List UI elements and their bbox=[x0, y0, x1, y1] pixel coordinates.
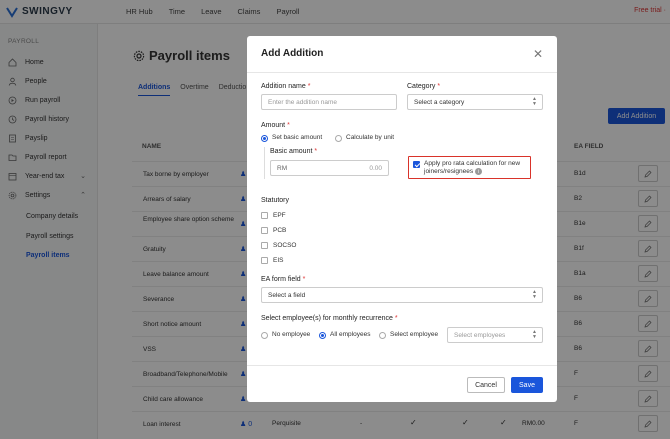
basic-amount-label: Basic amount * bbox=[270, 148, 318, 155]
all-employees-radio[interactable] bbox=[319, 332, 326, 339]
calculate-by-unit-radio[interactable] bbox=[335, 135, 342, 142]
pcb-label: PCB bbox=[273, 227, 287, 234]
select-employees-dropdown[interactable]: Select employees ▲ ▼ bbox=[447, 327, 543, 343]
divider bbox=[247, 365, 557, 366]
epf-checkbox[interactable] bbox=[261, 212, 268, 219]
epf-label: EPF bbox=[273, 212, 286, 219]
ea-form-field-label: EA form field * bbox=[261, 276, 306, 283]
addition-name-placeholder: Enter the addition name bbox=[268, 98, 338, 106]
socso-label: SOCSO bbox=[273, 242, 297, 249]
select-arrows-icon: ▲ ▼ bbox=[532, 329, 537, 340]
ea-form-field-select[interactable]: Select a field ▲ ▼ bbox=[261, 287, 543, 303]
cancel-button[interactable]: Cancel bbox=[467, 377, 505, 393]
basic-amount-value: 0.00 bbox=[369, 165, 382, 172]
select-arrows-icon: ▲ ▼ bbox=[532, 289, 537, 300]
category-select[interactable]: Select a category ▲ ▼ bbox=[407, 94, 543, 110]
set-basic-amount-label: Set basic amount bbox=[272, 134, 323, 141]
add-addition-modal: Add Addition ✕ Addition name * Enter the… bbox=[247, 36, 557, 402]
pro-rata-label: Apply pro rata calculation for new joine… bbox=[424, 160, 521, 176]
info-icon[interactable]: i bbox=[475, 168, 483, 175]
close-icon[interactable]: ✕ bbox=[533, 48, 543, 60]
ea-form-field-value: Select a field bbox=[268, 291, 306, 299]
addition-name-input[interactable]: Enter the addition name bbox=[261, 94, 397, 110]
pro-rata-checkbox[interactable] bbox=[413, 161, 420, 168]
statutory-label: Statutory bbox=[261, 197, 290, 204]
no-employee-radio[interactable] bbox=[261, 332, 268, 339]
amount-label: Amount * bbox=[261, 122, 290, 129]
eis-label: EIS bbox=[273, 257, 284, 264]
set-basic-amount-radio[interactable] bbox=[261, 135, 268, 142]
select-employee-radio[interactable] bbox=[379, 332, 386, 339]
select-arrows-icon: ▲ ▼ bbox=[532, 96, 537, 107]
addition-name-label: Addition name * bbox=[261, 83, 311, 90]
pro-rata-highlight: Apply pro rata calculation for new joine… bbox=[408, 156, 531, 179]
modal-title: Add Addition bbox=[261, 48, 324, 59]
divider bbox=[264, 147, 265, 179]
category-value: Select a category bbox=[414, 98, 465, 106]
pcb-checkbox[interactable] bbox=[261, 227, 268, 234]
select-employees-placeholder: Select employees bbox=[454, 331, 506, 339]
save-button[interactable]: Save bbox=[511, 377, 543, 393]
category-label: Category * bbox=[407, 83, 441, 90]
all-employees-label: All employees bbox=[330, 331, 371, 338]
basic-amount-input[interactable]: RM 0.00 bbox=[270, 160, 389, 176]
socso-checkbox[interactable] bbox=[261, 242, 268, 249]
currency-prefix: RM bbox=[277, 165, 288, 172]
calculate-by-unit-label: Calculate by unit bbox=[346, 134, 395, 141]
eis-checkbox[interactable] bbox=[261, 257, 268, 264]
select-employee-label: Select employee bbox=[390, 331, 439, 338]
no-employee-label: No employee bbox=[272, 331, 311, 338]
divider bbox=[247, 72, 557, 73]
recurrence-label: Select employee(s) for monthly recurrenc… bbox=[261, 315, 398, 322]
